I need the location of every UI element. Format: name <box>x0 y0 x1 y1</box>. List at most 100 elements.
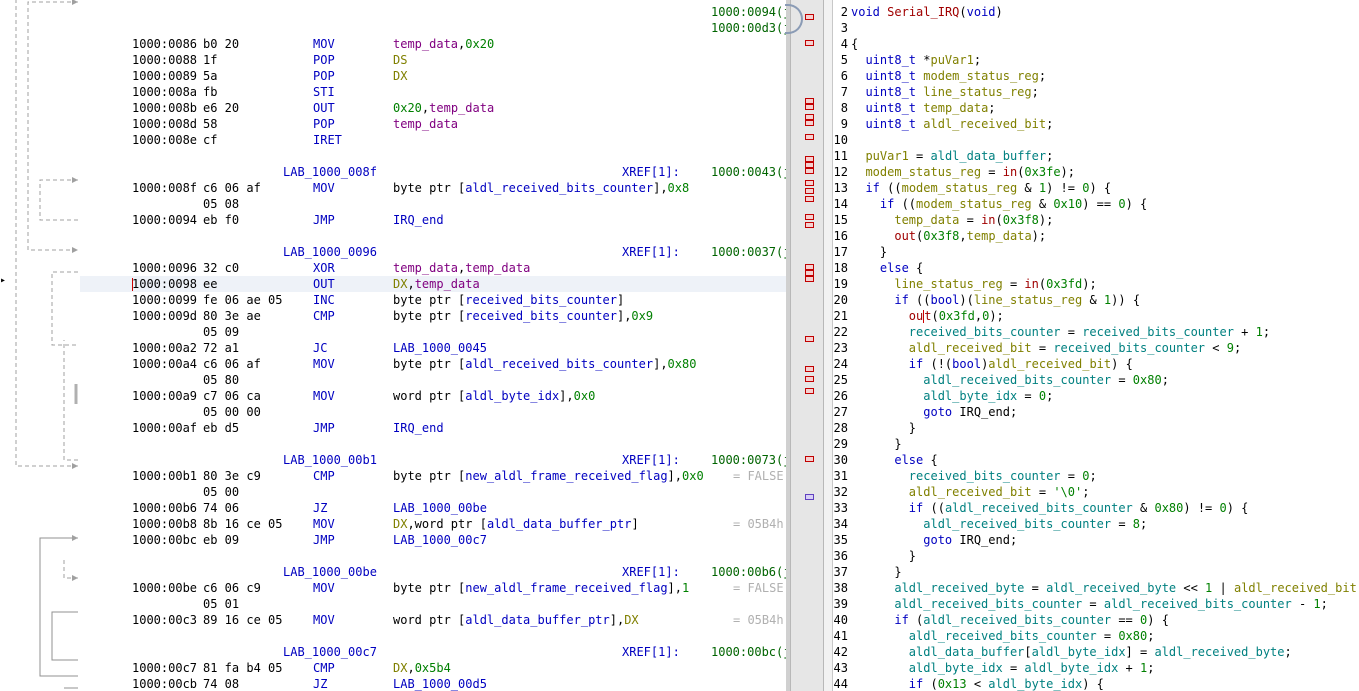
listing-row[interactable] <box>80 548 790 564</box>
listing-row[interactable]: 05 08 <box>80 196 790 212</box>
token-num[interactable]: 0x3f8 <box>1003 213 1039 227</box>
token-var[interactable]: puVar1 <box>930 53 973 67</box>
listing-row[interactable]: 1000:00a4 c6 06 af MOV byte ptr [aldl_recei… <box>80 356 790 372</box>
bookmark-marker-icon[interactable] <box>805 276 814 282</box>
operand-lab[interactable]: received_bits_counter <box>465 293 617 307</box>
instruction-operands[interactable]: LAB_1000_0045 <box>393 340 487 356</box>
listing-row[interactable]: 1000:00b8 8b 16 ce 05 MOV DX,word ptr [aldl… <box>80 516 790 532</box>
decompiler-line[interactable]: 16 out(0x3f8,temp_data); <box>833 228 1359 244</box>
decompiler-code[interactable]: else { <box>851 260 923 276</box>
instruction-operands[interactable]: byte ptr [received_bits_counter] <box>393 292 624 308</box>
decompiler-code[interactable]: modem_status_reg = in(0x3fe); <box>851 164 1075 180</box>
decompiler-line[interactable]: 41 aldl_received_bits_counter = 0x80; <box>833 628 1359 644</box>
decompiler-code[interactable]: else { <box>851 452 937 468</box>
instruction-mnemonic[interactable]: OUT <box>313 276 335 292</box>
decompiler-code[interactable]: if (0x13 < aldl_byte_idx) { <box>851 676 1104 691</box>
instruction-address[interactable]: 1000:00be <box>132 580 197 596</box>
code-label[interactable]: LAB_1000_00c7 <box>283 644 377 660</box>
token-str[interactable]: '\0' <box>1053 485 1082 499</box>
listing-row[interactable]: LAB_1000_008f XREF[1]: 1000:0043(j <box>80 164 790 180</box>
instruction-mnemonic[interactable]: MOV <box>313 356 335 372</box>
bookmark-marker-icon[interactable] <box>805 376 814 382</box>
decompiler-code[interactable]: void Serial_IRQ(void) <box>851 4 1003 20</box>
token-glob[interactable]: aldl_byte_idx <box>1024 661 1118 675</box>
listing-row[interactable]: LAB_1000_0096 XREF[1]: 1000:0037(j <box>80 244 790 260</box>
token-var[interactable]: aldl_received_bit <box>909 485 1032 499</box>
instruction-mnemonic[interactable]: INC <box>313 292 335 308</box>
operand-lab[interactable]: LAB_1000_00c7 <box>393 533 487 547</box>
token-num[interactable]: 0x13 <box>938 677 967 691</box>
listing-row[interactable]: 1000:00be c6 06 c9 MOV byte ptr [new_aldl_f… <box>80 580 790 596</box>
listing-row[interactable]: LAB_1000_00be XREF[1]: 1000:00b6(j <box>80 564 790 580</box>
bookmark-marker-icon[interactable] <box>805 120 814 126</box>
token-fn[interactable]: in <box>981 213 995 227</box>
listing-row[interactable] <box>80 228 790 244</box>
decompiler-line[interactable]: 18 else { <box>833 260 1359 276</box>
token-num[interactable]: 8 <box>1133 517 1140 531</box>
bookmark-marker-icon[interactable] <box>805 188 814 194</box>
operand-lab[interactable]: aldl_byte_idx <box>465 389 559 403</box>
decompiler-code[interactable]: uint8_t temp_data; <box>851 100 995 116</box>
xref-address[interactable]: 1000:00b6(j <box>711 564 790 580</box>
token-num[interactable]: 0x10 <box>1053 197 1082 211</box>
token-kw[interactable]: if <box>909 677 923 691</box>
decompiler-code[interactable]: goto IRQ_end; <box>851 532 1017 548</box>
decompiler-line[interactable]: 28 } <box>833 420 1359 436</box>
decompiler-line[interactable]: 38 aldl_received_byte = aldl_received_by… <box>833 580 1359 596</box>
decompiler-code[interactable]: if ((aldl_received_bits_counter & 0x80) … <box>851 500 1249 516</box>
token-var[interactable]: temp_data <box>923 101 988 115</box>
decompiler-code[interactable]: if ((bool)(line_status_reg & 1)) { <box>851 292 1140 308</box>
decompiler-code[interactable]: } <box>851 548 916 564</box>
decompiler-code[interactable]: } <box>851 436 901 452</box>
instruction-operands[interactable]: temp_data,0x20 <box>393 36 494 52</box>
decompiler-line[interactable]: 24 if (!(bool)aldl_received_bit) { <box>833 356 1359 372</box>
token-glob[interactable]: aldl_byte_idx <box>988 677 1082 691</box>
operand-lab[interactable]: IRQ_end <box>393 213 444 227</box>
instruction-mnemonic[interactable]: POP <box>313 116 335 132</box>
instruction-operands[interactable]: LAB_1000_00d5 <box>393 676 487 691</box>
token-kw[interactable]: if <box>880 197 894 211</box>
instruction-address[interactable]: 1000:009d <box>132 308 197 324</box>
token-glob[interactable]: aldl_received_bits_counter <box>894 597 1082 611</box>
instruction-operands[interactable]: LAB_1000_00c7 <box>393 532 487 548</box>
operand-var[interactable]: DX <box>393 69 407 83</box>
token-fn[interactable]: in <box>1003 165 1017 179</box>
token-glob[interactable]: aldl_received_bits_counter <box>923 517 1111 531</box>
instruction-address[interactable]: 1000:00af <box>132 420 197 436</box>
operand-num[interactable]: 0x20 <box>393 101 422 115</box>
token-var[interactable]: aldl_received_bit <box>923 117 1046 131</box>
decompiler-line[interactable]: 37 } <box>833 564 1359 580</box>
overview-marker-bar[interactable] <box>785 0 824 691</box>
token-glob[interactable]: received_bits_counter <box>909 325 1061 339</box>
token-fn[interactable]: out <box>894 229 916 243</box>
operand-var[interactable]: DX <box>393 661 407 675</box>
instruction-operands[interactable]: byte ptr [new_aldl_frame_received_flag],… <box>393 468 704 484</box>
decompiler-line[interactable]: 26 aldl_byte_idx = 0; <box>833 388 1359 404</box>
listing-row[interactable]: LAB_1000_00b1 XREF[1]: 1000:0073(j <box>80 452 790 468</box>
listing-row[interactable]: 1000:008b e6 20 OUT 0x20,temp_data <box>80 100 790 116</box>
decompiler-code[interactable]: puVar1 = aldl_data_buffer; <box>851 148 1053 164</box>
xref-address[interactable]: 1000:0094(j <box>711 4 790 20</box>
instruction-operands[interactable]: 0x20,temp_data <box>393 100 494 116</box>
token-glob[interactable]: received_bits_counter <box>909 469 1061 483</box>
token-kw[interactable]: goto <box>923 533 952 547</box>
operand-lab[interactable]: received_bits_counter <box>465 309 617 323</box>
decompiler-code[interactable]: } <box>851 564 901 580</box>
operand-lab[interactable]: aldl_data_buffer_ptr <box>487 517 632 531</box>
operand-var[interactable]: DX <box>393 517 407 531</box>
token-var[interactable]: modem_status_reg <box>865 165 981 179</box>
operand-lab[interactable]: LAB_1000_00be <box>393 501 487 515</box>
listing-row[interactable]: LAB_1000_00c7 XREF[1]: 1000:00bc(j <box>80 644 790 660</box>
bookmark-marker-icon[interactable] <box>805 456 814 462</box>
token-glob[interactable]: received_bits_counter <box>1082 325 1234 339</box>
decompiler-line[interactable]: 10 <box>833 132 1359 148</box>
instruction-mnemonic[interactable]: POP <box>313 52 335 68</box>
flow-arrow-gutter[interactable]: ▸ <box>0 0 80 691</box>
decompiler-code[interactable]: aldl_received_bit = received_bits_counte… <box>851 340 1241 356</box>
instruction-operands[interactable]: DX,0x5b4 <box>393 660 451 676</box>
instruction-mnemonic[interactable]: MOV <box>313 36 335 52</box>
token-kw[interactable]: if <box>894 613 908 627</box>
listing-row[interactable]: 05 09 <box>80 324 790 340</box>
decompiler-line[interactable]: 40 if (aldl_received_bits_counter == 0) … <box>833 612 1359 628</box>
token-glob[interactable]: aldl_byte_idx <box>909 661 1003 675</box>
